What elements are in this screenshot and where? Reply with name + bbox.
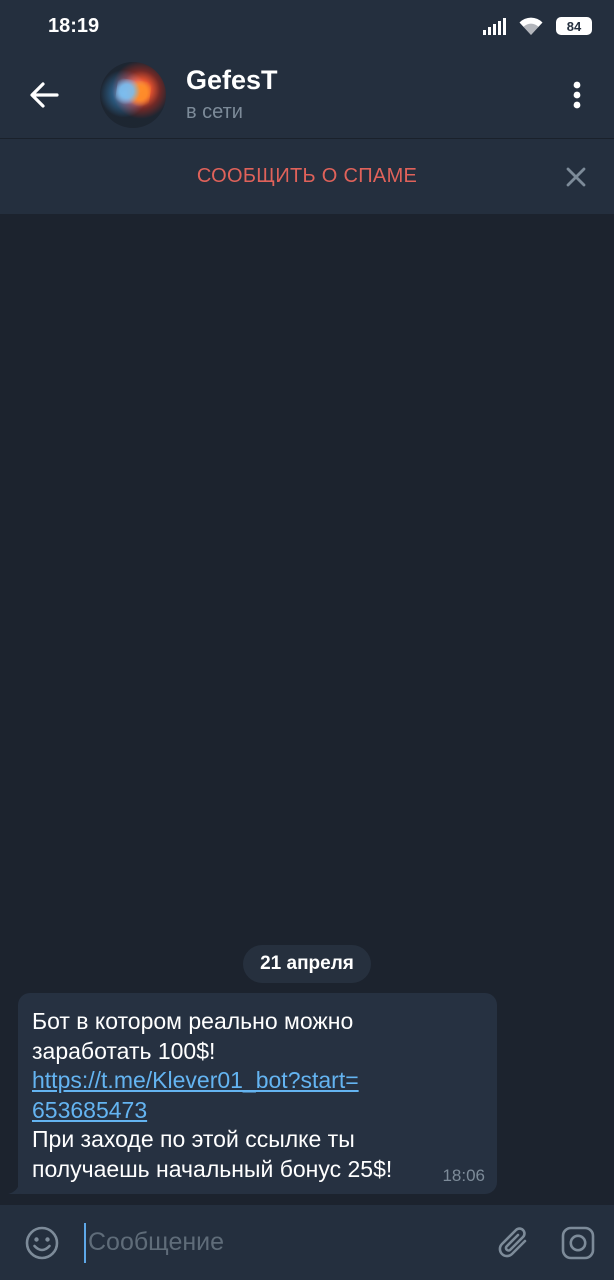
telegram-chat-screen: 18:19 84 GefesT в сети СООБЩИТЬ О СПАМЕ … [0, 0, 614, 1280]
message-timestamp: 18:06 [442, 1166, 485, 1185]
menu-button[interactable] [540, 52, 614, 138]
status-time: 18:19 [48, 14, 100, 37]
message-link-continued[interactable]: 653685473 [32, 1096, 483, 1126]
close-icon[interactable] [562, 163, 590, 191]
emoji-icon [25, 1226, 59, 1259]
arrow-left-icon [30, 82, 59, 108]
signal-icon [483, 17, 506, 35]
attach-button[interactable] [486, 1205, 542, 1280]
chat-header: GefesT в сети [0, 52, 614, 138]
message-composer [0, 1205, 614, 1280]
spam-report-bar: СООБЩИТЬ О СПАМЕ [0, 138, 614, 214]
status-bar: 18:19 84 [0, 0, 614, 52]
report-spam-button[interactable]: СООБЩИТЬ О СПАМЕ [197, 165, 417, 188]
paperclip-icon [498, 1226, 527, 1257]
message-link[interactable]: https://t.me/Klever01_bot?start= [32, 1066, 483, 1096]
emoji-button[interactable] [0, 1205, 84, 1280]
message-text-line: заработать 100$! [32, 1037, 216, 1064]
wifi-icon [519, 17, 543, 35]
status-icons: 84 [483, 16, 592, 36]
chat-name: GefesT [186, 65, 278, 95]
camera-button[interactable] [542, 1205, 614, 1280]
message-text-line: Бот в котором реально можно [32, 1008, 354, 1034]
message-text-line: получаешь начальный бонус 25$! [32, 1155, 393, 1182]
message-input[interactable] [84, 1222, 476, 1263]
battery-icon: 84 [556, 17, 592, 35]
instagram-camera-icon [561, 1226, 595, 1259]
date-separator: 21 апреля [243, 945, 371, 983]
chat-title-block[interactable]: GefesT в сети [186, 64, 540, 126]
incoming-message[interactable]: Бот в котором реально можно заработать 1… [18, 993, 497, 1194]
chat-online-status: в сети [186, 101, 243, 123]
avatar[interactable] [100, 62, 166, 128]
back-button[interactable] [0, 52, 88, 138]
message-text-line: При заходе по этой ссылке ты [32, 1126, 355, 1152]
more-vertical-icon [573, 81, 581, 109]
